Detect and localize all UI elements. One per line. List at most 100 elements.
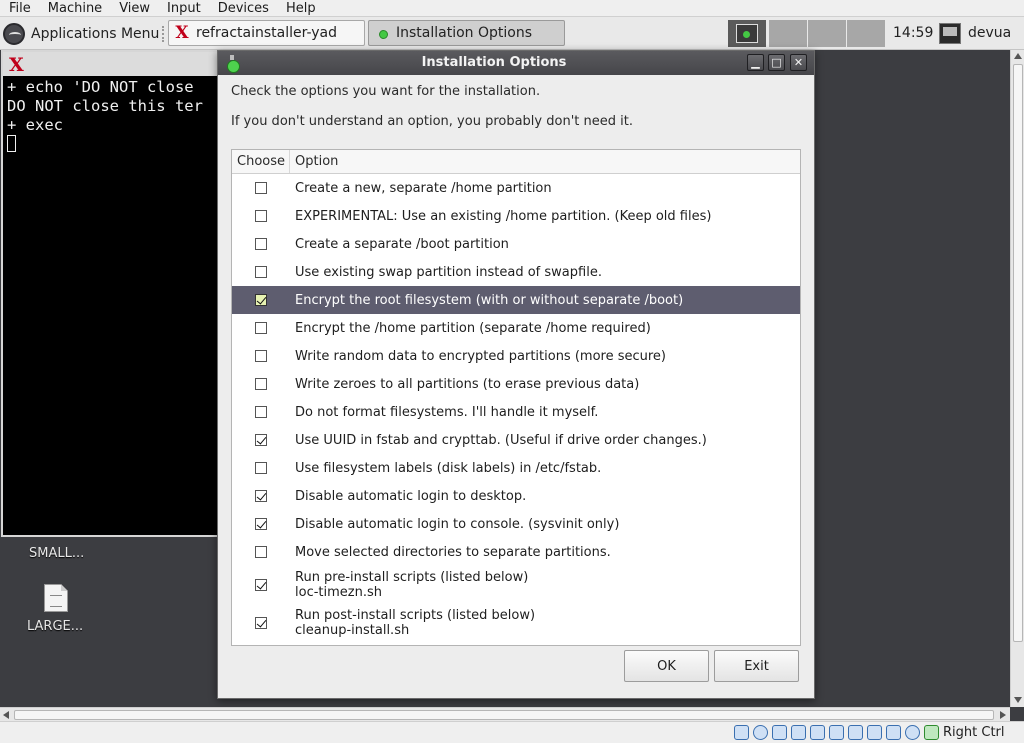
menu-devices[interactable]: Devices: [209, 0, 277, 17]
recording-icon[interactable]: [886, 725, 901, 740]
option-label: Run post-install scripts (listed below) …: [290, 608, 535, 638]
vertical-scroll-thumb[interactable]: [1013, 64, 1023, 642]
option-checkbox[interactable]: [255, 579, 267, 591]
scroll-up-arrow-icon[interactable]: [1014, 53, 1022, 59]
option-checkbox-cell: [232, 566, 290, 604]
option-row-existing-home[interactable]: EXPERIMENTAL: Use an existing /home part…: [232, 202, 800, 230]
option-row-use-uuid[interactable]: Use UUID in fstab and crypttab. (Useful …: [232, 426, 800, 454]
shared-folders-icon[interactable]: [829, 725, 844, 740]
audio-icon[interactable]: [772, 725, 787, 740]
menu-machine[interactable]: Machine: [39, 0, 110, 17]
terminal-output: + echo 'DO NOT close DO NOT close this t…: [3, 76, 217, 154]
close-button[interactable]: ✕: [790, 54, 807, 71]
optical-drive-icon[interactable]: [753, 725, 768, 740]
option-checkbox[interactable]: [255, 518, 267, 530]
option-row-new-home[interactable]: Create a new, separate /home partition: [232, 174, 800, 202]
option-checkbox-cell: [232, 604, 290, 642]
dialog-title: Installation Options: [421, 55, 567, 70]
ok-button[interactable]: OK: [624, 650, 709, 682]
document-file-icon[interactable]: [44, 584, 68, 612]
user-monitor-icon[interactable]: [939, 23, 961, 44]
option-checkbox[interactable]: [255, 434, 267, 446]
option-checkbox[interactable]: [255, 546, 267, 558]
option-checkbox[interactable]: [255, 378, 267, 390]
usb-icon[interactable]: [810, 725, 825, 740]
option-checkbox[interactable]: [255, 294, 267, 306]
column-header-choose[interactable]: Choose: [232, 150, 290, 173]
option-label: Create a separate /boot partition: [295, 236, 509, 252]
option-label: Move selected directories to separate pa…: [295, 544, 611, 560]
option-row-existing-swap[interactable]: Use existing swap partition instead of s…: [232, 258, 800, 286]
panel-clock[interactable]: 14:59: [893, 25, 933, 41]
option-checkbox[interactable]: [255, 266, 267, 278]
option-row-disable-desktop-login[interactable]: Disable automatic login to desktop.: [232, 482, 800, 510]
option-row-write-zeroes[interactable]: Write zeroes to all partitions (to erase…: [232, 370, 800, 398]
hard-disk-icon[interactable]: [734, 725, 749, 740]
option-checkbox-cell: [232, 258, 290, 286]
maximize-button[interactable]: □: [768, 54, 785, 71]
option-row-encrypt-root[interactable]: Encrypt the root filesystem (with or wit…: [232, 286, 800, 314]
option-checkbox[interactable]: [255, 490, 267, 502]
keyboard-capture-icon[interactable]: [924, 725, 939, 740]
menu-input[interactable]: Input: [158, 0, 209, 17]
option-row-separate-boot[interactable]: Create a separate /boot partition: [232, 230, 800, 258]
status-indicators: [734, 725, 943, 740]
option-checkbox[interactable]: [255, 322, 267, 334]
video-capture-icon[interactable]: [867, 725, 882, 740]
column-header-option[interactable]: Option: [290, 150, 800, 173]
terminal-line: + exec: [7, 116, 63, 134]
option-row-move-directories[interactable]: Move selected directories to separate pa…: [232, 538, 800, 566]
desktop-icon-large-label[interactable]: LARGE...: [27, 619, 83, 634]
taskbar-item-refractainstaller[interactable]: X refractainstaller-yad: [168, 20, 365, 46]
option-label: Disable automatic login to console. (sys…: [295, 516, 620, 532]
display-icon[interactable]: [848, 725, 863, 740]
horizontal-scroll-thumb[interactable]: [14, 710, 994, 720]
option-checkbox[interactable]: [255, 350, 267, 362]
option-checkbox[interactable]: [255, 210, 267, 222]
option-label: EXPERIMENTAL: Use an existing /home part…: [295, 208, 712, 224]
workspace-2[interactable]: [769, 20, 808, 47]
exit-button[interactable]: Exit: [714, 650, 799, 682]
option-label: Use existing swap partition instead of s…: [295, 264, 602, 280]
terminal-titlebar[interactable]: X: [3, 52, 217, 76]
workspace-window-preview: [736, 24, 758, 43]
workspace-4[interactable]: [847, 20, 886, 47]
menu-view[interactable]: View: [110, 0, 158, 17]
scroll-right-arrow-icon[interactable]: [1000, 711, 1006, 719]
option-checkbox-cell: [232, 202, 290, 230]
option-row-random-data[interactable]: Write random data to encrypted partition…: [232, 342, 800, 370]
panel-user-name[interactable]: devua: [968, 25, 1011, 41]
option-checkbox[interactable]: [255, 617, 267, 629]
option-checkbox[interactable]: [255, 182, 267, 194]
option-row-no-format[interactable]: Do not format filesystems. I'll handle i…: [232, 398, 800, 426]
option-script-name: loc-timezn.sh: [295, 585, 382, 600]
terminal-line: + echo 'DO NOT close: [7, 78, 194, 96]
vertical-scrollbar[interactable]: [1010, 50, 1024, 707]
menu-file[interactable]: File: [0, 0, 39, 17]
horizontal-scrollbar[interactable]: [0, 707, 1010, 721]
option-label: Do not format filesystems. I'll handle i…: [295, 404, 599, 420]
menu-help[interactable]: Help: [277, 0, 324, 17]
dialog-titlebar[interactable]: Installation Options ▁ □ ✕: [218, 51, 814, 75]
applications-menu-button[interactable]: Applications Menu: [3, 21, 159, 46]
scroll-left-arrow-icon[interactable]: [3, 711, 9, 719]
workspace-1[interactable]: [728, 20, 767, 47]
intro-text-dont-understand: If you don't understand an option, you p…: [231, 114, 633, 129]
workspace-3[interactable]: [808, 20, 847, 47]
option-row-disable-console-login[interactable]: Disable automatic login to console. (sys…: [232, 510, 800, 538]
minimize-button[interactable]: ▁: [747, 54, 764, 71]
terminal-window[interactable]: X + echo 'DO NOT close DO NOT close this…: [1, 50, 219, 537]
option-row-encrypt-home[interactable]: Encrypt the /home partition (separate /h…: [232, 314, 800, 342]
option-checkbox[interactable]: [255, 406, 267, 418]
option-row-fs-labels[interactable]: Use filesystem labels (disk labels) in /…: [232, 454, 800, 482]
option-row-post-install-scripts[interactable]: Run post-install scripts (listed below) …: [232, 604, 800, 642]
taskbar-item-installation-options[interactable]: Installation Options: [368, 20, 565, 46]
scroll-down-arrow-icon[interactable]: [1014, 697, 1022, 703]
option-row-pre-install-scripts[interactable]: Run pre-install scripts (listed below) l…: [232, 566, 800, 604]
desktop-icon-small-label[interactable]: SMALL...: [29, 546, 84, 561]
mouse-integration-icon[interactable]: [905, 725, 920, 740]
option-checkbox[interactable]: [255, 462, 267, 474]
network-icon[interactable]: [791, 725, 806, 740]
option-checkbox[interactable]: [255, 238, 267, 250]
top-panel: Applications Menu X refractainstaller-ya…: [0, 17, 1024, 50]
